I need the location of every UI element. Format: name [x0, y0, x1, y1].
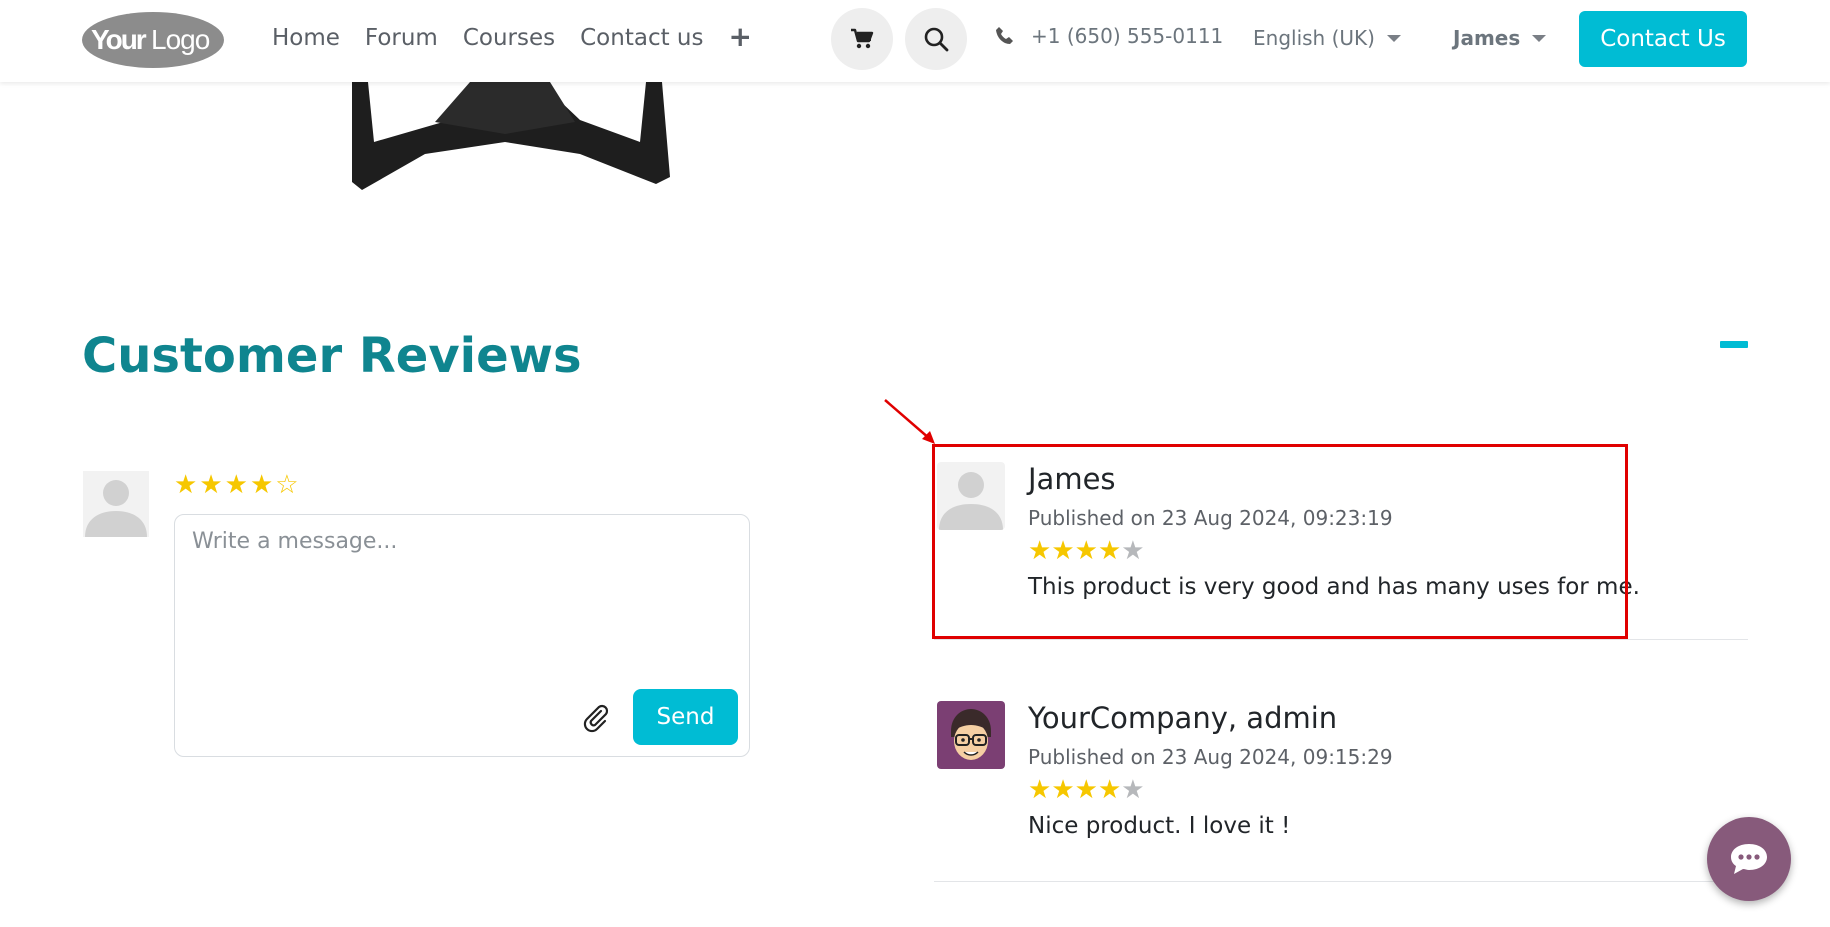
message-input[interactable]	[192, 529, 732, 679]
rating-input[interactable]: ★ ★ ★ ★ ☆	[174, 470, 299, 500]
livechat-button[interactable]	[1707, 817, 1791, 901]
review-item: YourCompany, admin Published on 23 Aug 2…	[934, 701, 1748, 841]
phone-contact[interactable]: +1 (650) 555-0111	[995, 24, 1223, 48]
review-author: YourCompany, admin	[1028, 701, 1338, 735]
svg-text:Logo: Logo	[151, 24, 210, 55]
user-menu[interactable]: James	[1453, 26, 1547, 50]
product-image	[352, 82, 670, 190]
admin-avatar	[937, 701, 1005, 769]
cart-icon	[851, 28, 874, 49]
phone-icon	[996, 27, 1013, 44]
annotation-arrow-icon	[884, 399, 935, 444]
chevron-down-icon	[1386, 34, 1401, 42]
user-name: James	[1453, 26, 1521, 50]
nav-courses[interactable]: Courses	[463, 20, 555, 56]
review-composer: Send	[174, 514, 750, 757]
highlight-box	[932, 444, 1628, 639]
star-filled-icon: ★	[1097, 775, 1122, 805]
cart-button[interactable]	[831, 8, 893, 70]
main-nav: Home Forum Courses Contact us +	[272, 20, 752, 56]
collapse-toggle-icon[interactable]	[1720, 341, 1748, 348]
star-empty-icon: ★	[1121, 775, 1145, 805]
site-header: Your Logo Home Forum Courses Contact us …	[0, 0, 1830, 82]
divider	[934, 639, 1748, 640]
star-filled-icon: ★	[1074, 775, 1098, 805]
star-filled-icon: ★	[1028, 775, 1052, 805]
star-filled-icon[interactable]: ★	[174, 470, 197, 500]
section-title: Customer Reviews	[82, 328, 582, 384]
nav-contact-us[interactable]: Contact us	[580, 20, 703, 56]
send-button[interactable]: Send	[633, 689, 738, 745]
nav-more-button[interactable]: +	[728, 20, 751, 56]
contact-us-button[interactable]: Contact Us	[1579, 11, 1747, 67]
star-filled-icon[interactable]: ★	[199, 470, 222, 500]
svg-text:Your: Your	[91, 24, 147, 55]
review-date: Published on 23 Aug 2024, 09:15:29	[1028, 745, 1393, 769]
nav-home[interactable]: Home	[272, 20, 340, 56]
star-filled-icon: ★	[1051, 775, 1075, 805]
paperclip-icon[interactable]	[581, 703, 611, 733]
review-rating: ★ ★ ★ ★ ★	[1028, 775, 1145, 805]
search-button[interactable]	[905, 8, 967, 70]
divider	[934, 881, 1748, 882]
search-icon	[924, 27, 949, 52]
nav-forum[interactable]: Forum	[365, 20, 438, 56]
language-label: English (UK)	[1253, 26, 1375, 50]
phone-number: +1 (650) 555-0111	[1031, 24, 1224, 48]
language-selector[interactable]: English (UK)	[1253, 26, 1401, 50]
chevron-down-icon	[1532, 34, 1547, 42]
livechat-icon	[1731, 844, 1767, 874]
review-text: Nice product. I love it !	[1028, 813, 1291, 839]
star-filled-icon[interactable]: ★	[250, 470, 273, 500]
star-filled-icon[interactable]: ★	[225, 470, 248, 500]
star-empty-icon[interactable]: ☆	[275, 470, 298, 500]
avatar-placeholder-icon	[83, 471, 149, 537]
site-logo[interactable]: Your Logo	[81, 9, 225, 69]
